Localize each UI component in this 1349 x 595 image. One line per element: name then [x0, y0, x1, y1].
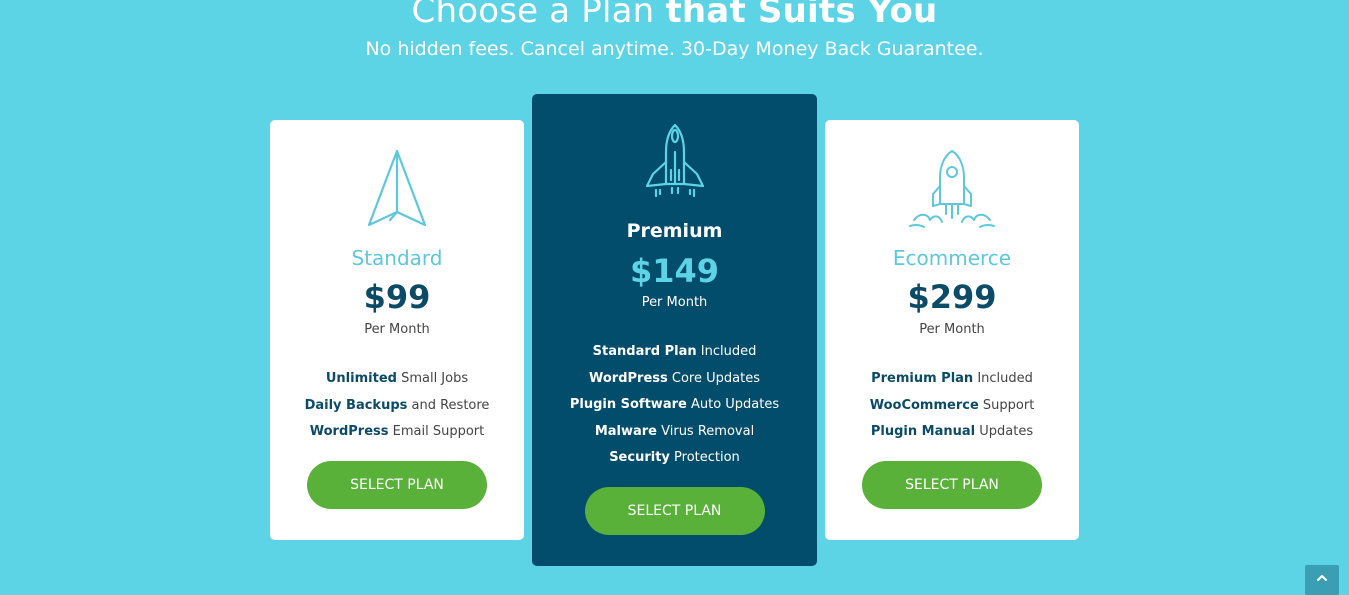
- feature-item: WooCommerce Support: [825, 393, 1079, 420]
- feature-item: Plugin Software Auto Updates: [532, 392, 817, 419]
- page-subtitle: No hidden fees. Cancel anytime. 30-Day M…: [365, 38, 984, 60]
- feature-item: Standard Plan Included: [532, 339, 817, 366]
- select-plan-button-standard[interactable]: SELECT PLAN: [307, 461, 487, 509]
- feature-bold: WordPress: [589, 370, 668, 386]
- feature-text: and Restore: [407, 397, 490, 413]
- feature-item: Plugin Manual Updates: [825, 419, 1079, 446]
- feature-item: Daily Backups and Restore: [270, 393, 524, 420]
- feature-bold: Daily Backups: [304, 397, 408, 413]
- feature-text: Updates: [975, 424, 1034, 439]
- feature-bold: WordPress: [309, 424, 389, 439]
- plan-period: Per Month: [641, 295, 708, 310]
- plan-card-standard: Standard $99 Per Month Unlimited Small J…: [270, 120, 524, 540]
- feature-bold: Standard Plan: [592, 344, 697, 359]
- plan-card-premium: Premium $149 Per Month Standard Plan Inc…: [532, 94, 817, 566]
- select-plan-button-ecommerce[interactable]: SELECT PLAN: [862, 461, 1042, 509]
- plan-period: Per Month: [919, 322, 985, 337]
- plan-price: $299: [907, 278, 997, 316]
- plan-name: Ecommerce: [892, 246, 1012, 270]
- feature-text: Core Updates: [667, 370, 760, 386]
- select-plan-button-premium[interactable]: SELECT PLAN: [584, 487, 765, 535]
- feature-bold: Security: [609, 450, 670, 465]
- paper-plane-icon: [366, 148, 428, 232]
- feature-bold: Plugin Software: [569, 397, 687, 412]
- rocket-icon: [643, 122, 707, 204]
- plan-name: Standard: [351, 246, 443, 270]
- feature-text: Email Support: [388, 424, 485, 439]
- plan-price: $99: [363, 278, 431, 316]
- feature-text: Auto Updates: [686, 397, 780, 412]
- plan-name: Premium: [626, 220, 723, 242]
- plan-card-ecommerce: Ecommerce $299 Per Month Premium Plan In…: [825, 120, 1079, 540]
- feature-text: Support: [978, 397, 1035, 413]
- title-light: Choose a Plan: [411, 0, 666, 31]
- plan-price: $149: [629, 252, 720, 290]
- rocket-launch-icon: [906, 148, 998, 234]
- feature-item: Security Protection: [532, 445, 817, 472]
- feature-item: WordPress Core Updates: [532, 366, 817, 393]
- feature-bold: Unlimited: [325, 371, 397, 386]
- feature-item: Unlimited Small Jobs: [270, 366, 524, 393]
- feature-bold: Malware: [594, 423, 657, 439]
- feature-list: Unlimited Small Jobs Daily Backups and R…: [270, 366, 524, 446]
- feature-bold: Premium Plan: [871, 371, 974, 386]
- feature-text: Small Jobs: [396, 371, 469, 386]
- feature-bold: WooCommerce: [869, 397, 979, 413]
- feature-text: Virus Removal: [657, 423, 755, 439]
- feature-list: Standard Plan Included WordPress Core Up…: [532, 339, 817, 472]
- plan-period: Per Month: [364, 322, 430, 337]
- chevron-up-icon: [1317, 575, 1327, 581]
- feature-item: WordPress Email Support: [270, 419, 524, 446]
- feature-item: Premium Plan Included: [825, 366, 1079, 393]
- page-title: Choose a Plan that Suits You: [0, 0, 1349, 36]
- feature-text: Protection: [669, 450, 740, 465]
- title-bold: that Suits You: [665, 0, 938, 31]
- feature-text: Included: [696, 344, 757, 359]
- feature-text: Included: [973, 371, 1033, 386]
- feature-list: Premium Plan Included WooCommerce Suppor…: [825, 366, 1079, 446]
- feature-bold: Plugin Manual: [870, 424, 976, 439]
- feature-item: Malware Virus Removal: [532, 419, 817, 446]
